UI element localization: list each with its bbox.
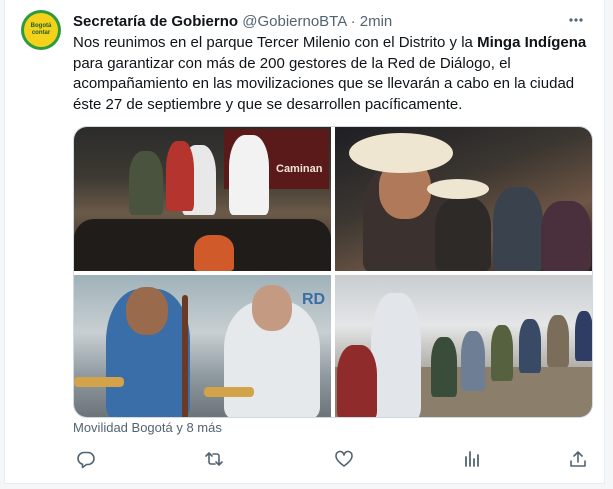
tweet-timestamp[interactable]: 2min (360, 13, 393, 30)
reply-icon (77, 451, 95, 469)
retweet-button[interactable] (201, 446, 227, 472)
tweet-text-part-2: para garantizar con más de 200 gestores … (73, 54, 575, 113)
separator-dot: · (350, 13, 356, 30)
photo-2-hat (427, 179, 489, 199)
share-icon (570, 451, 586, 467)
photo-3-table (204, 387, 254, 397)
tweet-text: Nos reunimos en el parque Tercer Milenio… (73, 33, 595, 115)
photo-4-person (337, 345, 377, 417)
avatar-text-bottom: contar (31, 30, 51, 36)
photo-2-hat (349, 133, 453, 173)
photo-4-person (547, 315, 569, 367)
photo-meeting-two-women[interactable]: RD (74, 275, 331, 417)
photo-3-sign: RD (302, 291, 326, 308)
photo-meeting-room[interactable] (335, 275, 592, 417)
photo-crowd-stage[interactable]: Caminan (74, 127, 331, 271)
like-button[interactable] (331, 446, 357, 472)
photo-2-person (493, 187, 543, 271)
author-handle[interactable]: @GobiernoBTA (242, 13, 346, 30)
photo-1-person (194, 235, 234, 271)
like-icon (335, 450, 353, 467)
media-grid: Caminan RD (73, 126, 593, 418)
action-bar (73, 446, 593, 472)
share-button[interactable] (565, 446, 591, 472)
photo-4-person (575, 311, 592, 361)
views-icon (465, 451, 479, 467)
avatar-logo: Bogotá contar (24, 13, 58, 47)
tweet-text-part-1: Nos reunimos en el parque Tercer Milenio… (73, 34, 478, 51)
photo-3-face (252, 285, 292, 331)
reply-button[interactable] (73, 446, 99, 472)
photo-4-person (431, 337, 457, 397)
avatar[interactable]: Bogotá contar (21, 10, 61, 50)
photo-4-person (519, 319, 541, 373)
photo-1-sign: Caminan (276, 163, 323, 175)
photo-3-face (126, 287, 168, 335)
avatar-text-top: Bogotá (30, 23, 52, 29)
tweet-text-bold: Minga Indígena (477, 34, 587, 51)
more-icon[interactable] (566, 10, 586, 30)
photo-4-person (491, 325, 513, 381)
media-credit[interactable]: Movilidad Bogotá y 8 más (73, 420, 222, 435)
tweet-header: Secretaría de Gobierno @GobiernoBTA · 2m… (73, 12, 574, 32)
photo-2-person (435, 197, 491, 271)
photo-4-person (371, 293, 421, 417)
author-name[interactable]: Secretaría de Gobierno (73, 13, 238, 30)
retweet-icon (205, 452, 223, 466)
photo-4-person (461, 331, 485, 391)
photo-1-person (129, 151, 163, 215)
photo-1-person (166, 141, 194, 211)
photo-3-staff (182, 295, 188, 417)
photo-indigenous-leaders[interactable] (335, 127, 592, 271)
photo-1-person (229, 135, 269, 215)
photo-2-person (541, 201, 591, 271)
views-button[interactable] (459, 446, 485, 472)
tweet-card[interactable]: Bogotá contar Secretaría de Gobierno @Go… (4, 0, 605, 484)
photo-3-table (74, 377, 124, 387)
